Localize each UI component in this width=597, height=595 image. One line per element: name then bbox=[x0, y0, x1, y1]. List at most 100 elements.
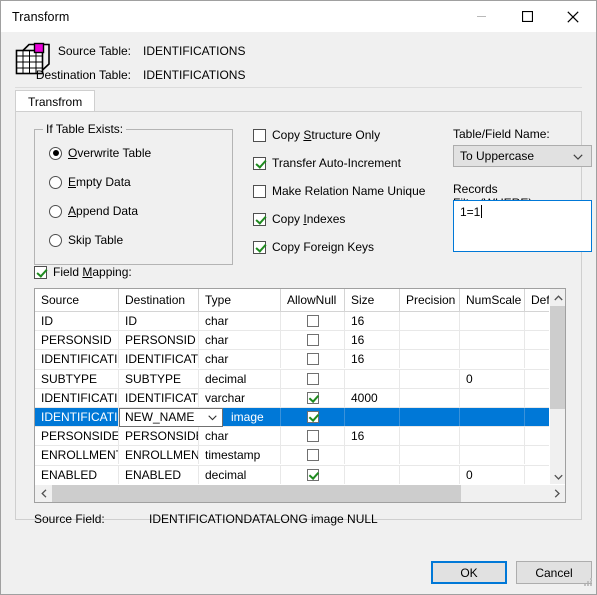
cell-type: char bbox=[199, 350, 281, 369]
radio-overwrite-table[interactable]: Overwrite Table bbox=[49, 146, 151, 160]
cell-destination[interactable]: ID bbox=[119, 312, 199, 330]
checkbox-indicator bbox=[306, 410, 319, 423]
cell-precision bbox=[400, 407, 460, 426]
cell-type: image bbox=[225, 407, 281, 426]
column-header-type[interactable]: Type bbox=[199, 289, 281, 311]
column-header-allownull[interactable]: AllowNull bbox=[281, 289, 345, 311]
cell-allownull[interactable] bbox=[281, 465, 345, 484]
source-field-value: IDENTIFICATIONDATALONG image NULL bbox=[149, 512, 378, 526]
scroll-left-button[interactable] bbox=[35, 485, 52, 502]
cell-allownull[interactable] bbox=[281, 331, 345, 350]
cell-type: char bbox=[199, 312, 281, 330]
cell-precision bbox=[400, 312, 460, 330]
column-header-destination[interactable]: Destination bbox=[119, 289, 199, 311]
cell-destination[interactable]: PERSONSIDENROLLED bbox=[119, 427, 199, 446]
table-row[interactable]: IDENTIFICATIONTYPE IDENTIFICATIONTYPE ch… bbox=[35, 350, 550, 370]
cell-allownull[interactable] bbox=[281, 388, 345, 407]
cell-destination[interactable]: ENABLED bbox=[119, 465, 199, 484]
table-row-selected[interactable]: IDENTIFICATIONDATALONG NEW_NAME image bbox=[35, 407, 550, 428]
checkbox-copy-indexes[interactable]: Copy Indexes bbox=[253, 212, 345, 226]
minimize-button[interactable] bbox=[458, 1, 504, 32]
records-filter-input[interactable]: 1=1 bbox=[453, 200, 592, 252]
checkbox-transfer-auto-increment[interactable]: Transfer Auto-Increment bbox=[253, 156, 401, 170]
tab-transfrom[interactable]: Transfrom bbox=[15, 90, 96, 112]
scroll-thumb-vertical[interactable] bbox=[550, 306, 565, 409]
cell-default bbox=[525, 369, 550, 388]
column-header-source[interactable]: Source bbox=[35, 289, 119, 311]
table-row[interactable]: PERSONSID PERSONSID char 16 bbox=[35, 331, 550, 351]
cancel-button-label: Cancel bbox=[535, 565, 573, 580]
cell-allownull[interactable] bbox=[281, 350, 345, 369]
cell-type: varchar bbox=[199, 388, 281, 407]
chevron-up-icon bbox=[554, 294, 563, 300]
table-row[interactable]: IDENTIFICATIONDATA IDENTIFICATIONDATA va… bbox=[35, 388, 550, 408]
table-field-name-select[interactable]: To Uppercase bbox=[453, 145, 592, 167]
cell-destination[interactable]: IDENTIFICATIONTYPE bbox=[119, 350, 199, 369]
table-row[interactable]: SUBTYPE SUBTYPE decimal 0 bbox=[35, 369, 550, 389]
cell-numscale bbox=[460, 407, 525, 426]
cell-destination[interactable]: PERSONSID bbox=[119, 331, 199, 350]
cell-default bbox=[525, 331, 550, 350]
checkbox-indicator bbox=[306, 334, 319, 347]
checkbox-copy-foreign-keys[interactable]: Copy Foreign Keys bbox=[253, 240, 374, 254]
column-header-default-val[interactable]: Default Val bbox=[525, 289, 550, 311]
cell-destination[interactable]: SUBTYPE bbox=[119, 369, 199, 388]
checkbox-copy-structure-only[interactable]: Copy Structure Only bbox=[253, 128, 380, 142]
scroll-thumb-horizontal[interactable] bbox=[52, 485, 461, 502]
ok-button[interactable]: OK bbox=[431, 561, 507, 584]
column-header-numscale[interactable]: NumScale bbox=[460, 289, 525, 311]
field-mapping-grid[interactable]: Source Destination Type AllowNull Size P… bbox=[34, 288, 566, 503]
cell-allownull[interactable] bbox=[281, 312, 345, 330]
caption-buttons bbox=[458, 1, 596, 32]
cell-size: 16 bbox=[345, 331, 400, 350]
destination-table-value: IDENTIFICATIONS bbox=[143, 68, 246, 82]
checkbox-indicator bbox=[253, 212, 266, 226]
source-field-label: Source Field: bbox=[34, 512, 105, 526]
cell-precision bbox=[400, 427, 460, 446]
records-filter-value: 1=1 bbox=[460, 205, 481, 219]
checkbox-indicator bbox=[306, 430, 319, 443]
table-row[interactable]: ID ID char 16 bbox=[35, 312, 550, 332]
cell-numscale: 0 bbox=[460, 465, 525, 484]
radio-skip-table[interactable]: Skip Table bbox=[49, 233, 123, 247]
table-row[interactable]: PERSONSIDENROLLED PERSONSIDENROLLED char… bbox=[35, 427, 550, 447]
column-header-size[interactable]: Size bbox=[345, 289, 400, 311]
grid-horizontal-scrollbar[interactable] bbox=[35, 484, 565, 502]
resize-gripper[interactable] bbox=[581, 576, 593, 591]
checkbox-indicator bbox=[306, 372, 319, 385]
scroll-down-button[interactable] bbox=[550, 468, 565, 485]
checkbox-indicator bbox=[306, 449, 319, 462]
maximize-button[interactable] bbox=[504, 1, 550, 32]
grid-vertical-scrollbar[interactable] bbox=[549, 289, 565, 485]
tab-transfrom-label: Transfrom bbox=[28, 94, 83, 109]
cell-destination[interactable]: ENROLLMENTDATE bbox=[119, 446, 199, 465]
radio-append-data[interactable]: Append Data bbox=[49, 204, 138, 218]
cell-numscale: 0 bbox=[460, 369, 525, 388]
minimize-icon bbox=[476, 16, 486, 17]
cell-allownull[interactable] bbox=[281, 427, 345, 446]
checkbox-make-relation-name-unique[interactable]: Make Relation Name Unique bbox=[253, 184, 425, 198]
table-field-name-label: Table/Field Name: bbox=[453, 127, 550, 141]
header-divider bbox=[15, 87, 582, 88]
checkbox-indicator bbox=[306, 353, 319, 366]
ok-button-label: OK bbox=[460, 565, 478, 580]
table-row[interactable]: ENABLED ENABLED decimal 0 bbox=[35, 465, 550, 485]
cell-source: IDENTIFICATIONDATALONG bbox=[35, 407, 119, 426]
cell-destination-editor[interactable]: NEW_NAME bbox=[119, 407, 223, 427]
radio-empty-data[interactable]: Empty Data bbox=[49, 175, 131, 189]
table-row[interactable]: ENROLLMENTDATE ENROLLMENTDATE timestamp bbox=[35, 446, 550, 466]
cell-allownull[interactable] bbox=[281, 369, 345, 388]
scroll-up-button[interactable] bbox=[550, 289, 565, 306]
checkbox-field-mapping[interactable]: Field Mapping: bbox=[34, 265, 132, 279]
scroll-right-button[interactable] bbox=[548, 485, 565, 502]
chevron-down-icon bbox=[208, 410, 217, 424]
cell-allownull[interactable] bbox=[281, 446, 345, 465]
close-button[interactable] bbox=[550, 1, 596, 32]
checkbox-indicator bbox=[253, 128, 266, 142]
column-header-precision[interactable]: Precision bbox=[400, 289, 460, 311]
transform-dialog: Transform Source Table: IDENTIFICATIONS … bbox=[0, 0, 597, 595]
cell-destination[interactable]: IDENTIFICATIONDATA bbox=[119, 388, 199, 407]
cell-numscale bbox=[460, 427, 525, 446]
cell-allownull[interactable] bbox=[281, 407, 345, 426]
checkbox-indicator bbox=[306, 468, 319, 481]
